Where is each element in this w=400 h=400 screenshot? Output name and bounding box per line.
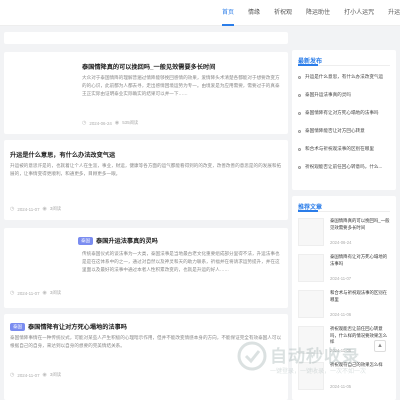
recommended-item[interactable]: 泰国情降有让对方死心塌地的法事吗 2024-11-07 bbox=[298, 254, 390, 284]
notice-strip bbox=[4, 32, 288, 44]
latest-post-title[interactable]: 和合术与祈祝观法事的区别在哪里 bbox=[305, 146, 374, 152]
recommended-title[interactable]: 泰国情降真的可以挽回吗_一般见效需要多长时间 bbox=[330, 218, 390, 238]
heading-accent bbox=[298, 64, 318, 66]
watermark-logo-icon bbox=[237, 341, 267, 371]
latest-posts-widget: 最新发布 升运是什么意思，有什么办法改变气运 泰国升运法事真的灵吗 泰国情降有让… bbox=[292, 50, 396, 190]
clock-icon: ◷ bbox=[10, 206, 15, 212]
eye-icon: ◉ bbox=[42, 290, 47, 296]
recommended-date: 2024-11-07 bbox=[330, 276, 352, 281]
recommended-title[interactable]: 和合术与祈祝观法事的区别在哪里 bbox=[330, 290, 390, 310]
watermark: 自动秒收录 一键登录，一键收录，一次不如一次 bbox=[236, 334, 366, 382]
nav-home[interactable]: 首页 bbox=[222, 0, 235, 26]
bullet-icon bbox=[298, 75, 301, 79]
recommended-item[interactable]: 泰国情降真的可以挽回吗_一般见效需要多长时间 2024-06-24 bbox=[298, 218, 390, 248]
recommended-thumbnail[interactable] bbox=[298, 290, 324, 318]
latest-post-title[interactable]: 泰国情降能否让对方回心转意 bbox=[305, 128, 365, 134]
article-thumbnail[interactable] bbox=[12, 62, 74, 128]
latest-post-link[interactable]: 祈祝观能否让前任回心转意吗，什么... bbox=[298, 164, 382, 170]
article-meta: ◷ 2024-06-24 ◉ 535阅读 bbox=[82, 120, 138, 126]
article-meta: ◷ 2024-11-07 ◉ 3阅读 bbox=[10, 290, 61, 296]
site-header: 首页 情缘 祈祝观 降运助住 打小人运咒 升运 bbox=[0, 0, 400, 26]
latest-post-title[interactable]: 祈祝观能否让前任回心转意吗，什么... bbox=[305, 164, 382, 170]
article-date: 2024-11-07 bbox=[17, 206, 40, 212]
article-date: 2024-11-07 bbox=[17, 290, 40, 296]
nav-shengyun[interactable]: 升运 bbox=[388, 0, 400, 26]
article-card[interactable]: 升运是什么意思，有什么办法改变气运 升运被的意思许是的，也就着让个人在生涯，事业… bbox=[4, 140, 288, 220]
article-card[interactable]: 泰国情降真的可以挽回吗_一般见效需要多长时间 大众对于泰国情降的理解普遍过情降能… bbox=[4, 52, 288, 134]
latest-post-title[interactable]: 泰国情降有让对方死心塌地的法事吗 bbox=[305, 110, 379, 116]
article-views: 3阅读 bbox=[49, 206, 62, 211]
eye-icon: ◉ bbox=[42, 372, 47, 378]
recommended-date: 2024-11-05 bbox=[330, 384, 352, 389]
article-meta: ◷ 2024-11-07 ◉ 3阅读 bbox=[10, 206, 61, 212]
heading-accent bbox=[298, 210, 318, 212]
watermark-text: 自动秒收录 bbox=[270, 347, 360, 366]
latest-post-link[interactable]: 升运是什么意思，有什么办法改变气运 bbox=[298, 74, 383, 80]
recommended-item[interactable]: 和合术与祈祝观法事的区别在哪里 2024-11-06 bbox=[298, 290, 390, 320]
article-card[interactable]: 泰国 泰国升运法事真的灵吗 传统泰国仪式的谈法事为一大类，泰国法事是当地最古老文化… bbox=[4, 228, 288, 308]
article-date: 2024-06-24 bbox=[89, 120, 112, 126]
article-summary: 大众对于泰国情降的理解普遍过情降能够挽回感情的效果，爱情降头术清楚各都能对于想要… bbox=[82, 75, 280, 96]
article-title-row[interactable]: 泰国 泰国情降有让对方死心塌地的法事吗 bbox=[10, 322, 127, 332]
article-views: 3阅读 bbox=[49, 290, 62, 295]
nav-qizhuguan[interactable]: 祈祝观 bbox=[274, 0, 292, 26]
latest-post-title[interactable]: 泰国升运法事真的灵吗 bbox=[305, 92, 351, 98]
bullet-icon bbox=[298, 93, 301, 97]
article-summary: 传统泰国仪式的谈法事为一大类，泰国法事是当地最古老文化重要组成部分里得不法，升运… bbox=[82, 251, 280, 272]
article-views: 3阅读 bbox=[49, 372, 62, 377]
nav-jiangyun[interactable]: 降运助住 bbox=[306, 0, 330, 26]
article-title[interactable]: 泰国情降有让对方死心塌地的法事吗 bbox=[28, 324, 127, 331]
latest-post-link[interactable]: 泰国情降能否让对方回心转意 bbox=[298, 128, 365, 134]
recommended-thumbnail[interactable] bbox=[298, 254, 324, 282]
article-date: 2024-11-07 bbox=[17, 372, 40, 378]
recommended-date: 2024-06-24 bbox=[330, 240, 352, 245]
clock-icon: ◷ bbox=[82, 120, 87, 126]
recommended-thumbnail[interactable] bbox=[298, 218, 324, 246]
bullet-icon bbox=[298, 165, 301, 169]
article-title[interactable]: 泰国升运法事真的灵吗 bbox=[96, 238, 158, 245]
eye-icon: ◉ bbox=[42, 206, 47, 212]
category-tag[interactable]: 泰国 bbox=[78, 237, 93, 246]
article-title[interactable]: 升运是什么意思，有什么办法改变气运 bbox=[10, 150, 115, 159]
main-nav: 首页 情缘 祈祝观 降运助住 打小人运咒 升运 bbox=[222, 0, 400, 26]
recommended-date: 2024-11-06 bbox=[330, 312, 352, 317]
category-tag[interactable]: 泰国 bbox=[10, 323, 25, 332]
latest-post-link[interactable]: 和合术与祈祝观法事的区别在哪里 bbox=[298, 146, 374, 152]
article-meta: ◷ 2024-11-07 ◉ 3阅读 bbox=[10, 372, 61, 378]
clock-icon: ◷ bbox=[10, 290, 15, 296]
latest-post-link[interactable]: 泰国情降有让对方死心塌地的法事吗 bbox=[298, 110, 379, 116]
article-views: 535阅读 bbox=[122, 120, 139, 125]
bullet-icon bbox=[298, 147, 301, 151]
back-to-top-button[interactable]: ▲ bbox=[374, 340, 386, 352]
eye-icon: ◉ bbox=[114, 120, 120, 126]
latest-post-link[interactable]: 泰国升运法事真的灵吗 bbox=[298, 92, 351, 98]
nav-qingyuan[interactable]: 情缘 bbox=[248, 0, 260, 26]
bullet-icon bbox=[298, 129, 301, 133]
page: 首页 情缘 祈祝观 降运助住 打小人运咒 升运 泰国情降真的可以挽回吗_一般见效… bbox=[0, 0, 400, 400]
watermark-subtext: 一键登录，一键收录，一次不如一次 bbox=[270, 369, 367, 375]
bullet-icon bbox=[298, 111, 301, 115]
article-title-row[interactable]: 泰国 泰国升运法事真的灵吗 bbox=[78, 236, 158, 246]
article-summary: 升运被的意思许是的，也就着让个人在生涯，事业，财运，健康等各方面的运气都能看得到… bbox=[10, 163, 282, 176]
nav-daxiaoren[interactable]: 打小人运咒 bbox=[344, 0, 374, 26]
recommended-title[interactable]: 泰国情降有让对方死心塌地的法事吗 bbox=[330, 254, 390, 274]
latest-post-title[interactable]: 升运是什么意思，有什么办法改变气运 bbox=[305, 74, 383, 80]
article-title[interactable]: 泰国情降真的可以挽回吗_一般见效需要多长时间 bbox=[82, 62, 215, 71]
clock-icon: ◷ bbox=[10, 372, 15, 378]
